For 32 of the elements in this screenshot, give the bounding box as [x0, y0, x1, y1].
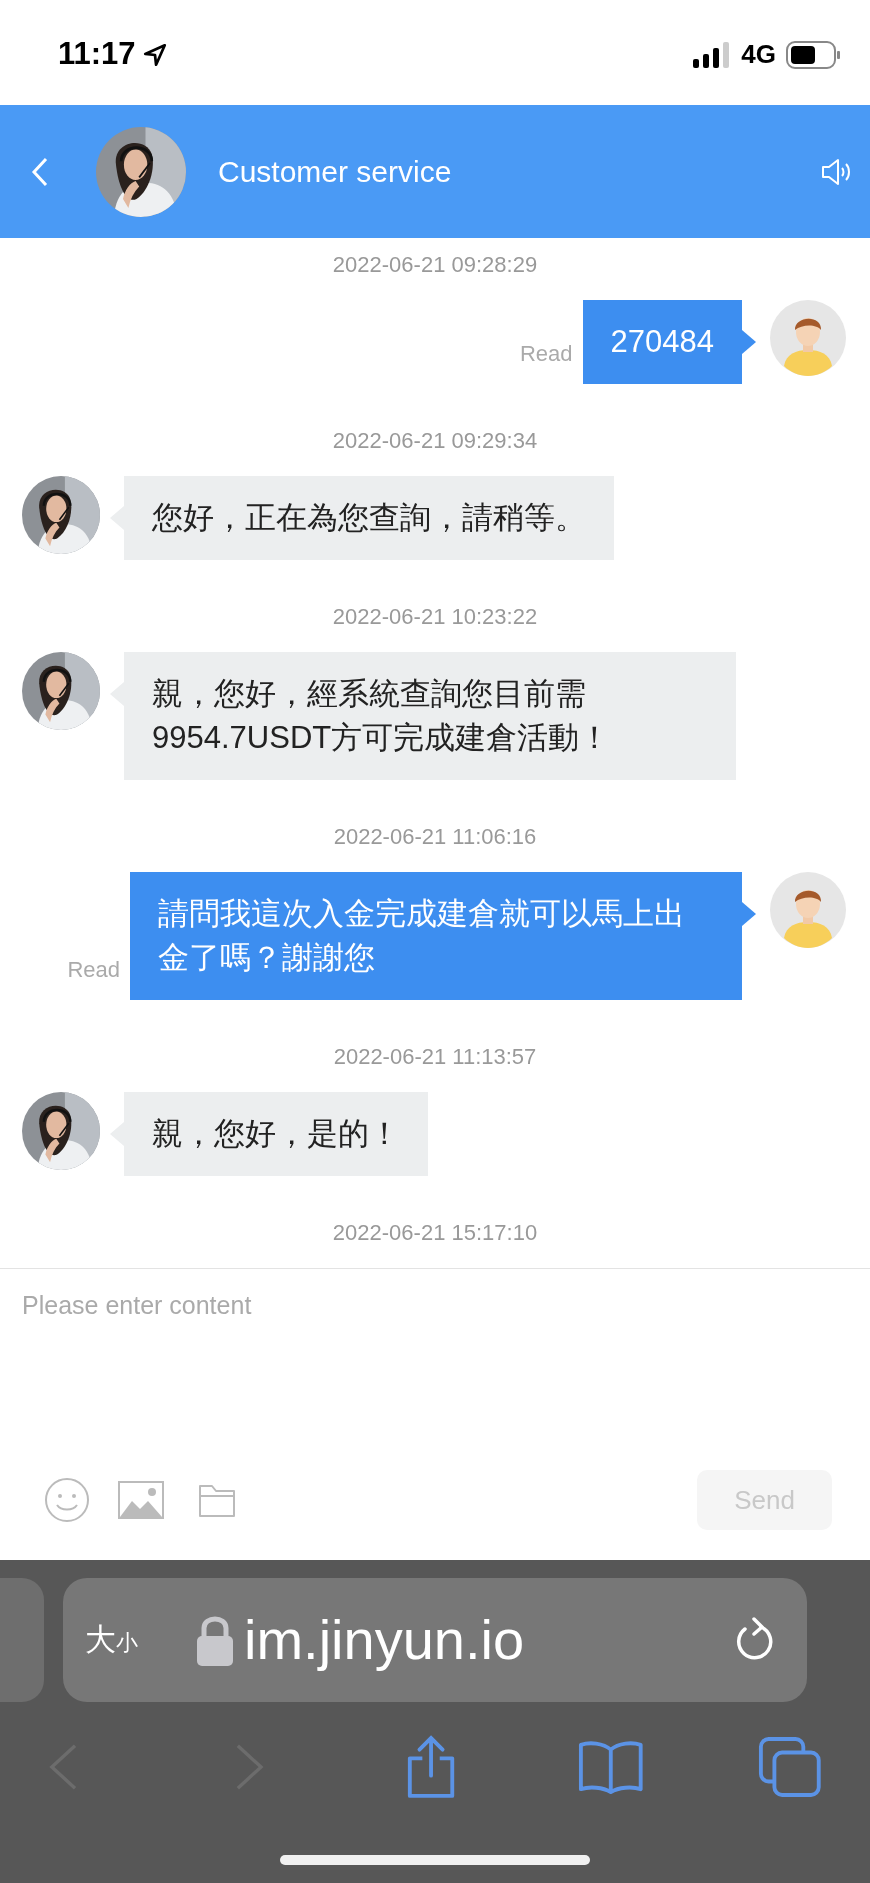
- smiley-icon[interactable]: [44, 1477, 90, 1523]
- read-status: Read: [519, 340, 573, 368]
- adjacent-tab[interactable]: [0, 1578, 44, 1702]
- message-text: 親，您好，經系統查詢您目前需9954.7USDT方可完成建倉活動！: [152, 676, 611, 755]
- user-avatar-icon: [770, 300, 846, 376]
- book-icon[interactable]: [577, 1739, 644, 1795]
- message-text: 您好，正在為您查詢，請稍等。: [152, 500, 586, 535]
- status-time: 11:17: [58, 35, 136, 74]
- signal-icon: [693, 41, 732, 68]
- chevron-left-icon: [31, 156, 49, 187]
- folder-icon[interactable]: [198, 1482, 236, 1518]
- message-timestamp: 2022-06-21 09:29:34: [332, 428, 538, 454]
- text-size-button[interactable]: 大小: [85, 1616, 138, 1664]
- image-icon[interactable]: [118, 1481, 164, 1519]
- message-timestamp: 2022-06-21 10:23:22: [332, 604, 538, 630]
- header-title: Customer service: [218, 154, 452, 190]
- read-status: Read: [67, 956, 120, 984]
- tabs-icon[interactable]: [758, 1735, 822, 1799]
- message-timestamp: 2022-06-21 11:13:57: [333, 1044, 537, 1070]
- message-text: 請問我這次入金完成建倉就可以馬上出金了嗎？謝謝您: [158, 896, 685, 975]
- url-text: im.jinyun.io: [244, 1607, 525, 1673]
- battery-icon: [786, 40, 842, 69]
- location-arrow-icon: [141, 41, 168, 68]
- message-timestamp: 2022-06-21 15:17:10: [332, 1220, 538, 1246]
- message-text: 親，您好，是的！: [152, 1116, 400, 1151]
- address-bar[interactable]: 大小 im.jinyun.io: [63, 1578, 807, 1702]
- speaker-icon[interactable]: [820, 156, 852, 187]
- message-timestamp: 2022-06-21 09:28:29: [332, 252, 538, 278]
- message-timestamp: 2022-06-21 11:06:16: [333, 824, 537, 850]
- message-text: 270484: [610, 324, 714, 359]
- network-label: 4G: [741, 38, 776, 71]
- user-avatar-icon: [770, 872, 846, 948]
